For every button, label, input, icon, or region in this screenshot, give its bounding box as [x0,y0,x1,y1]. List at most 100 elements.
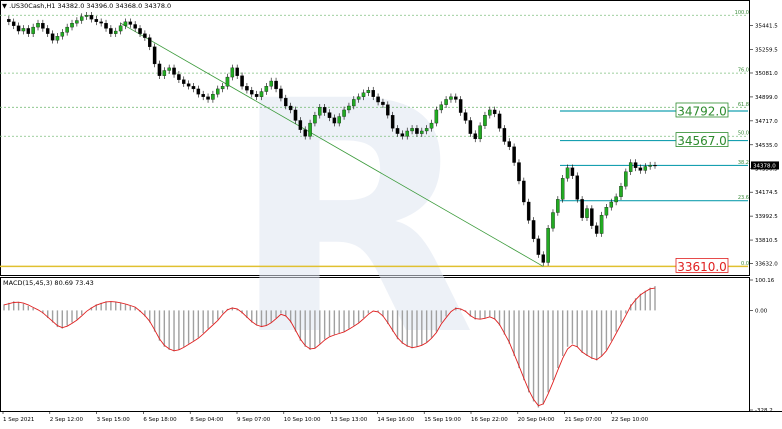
candle-down [133,24,137,29]
candle-up [560,178,565,200]
candle-up [424,128,429,132]
x-tick-label: 16 Sep 22:00 [471,417,508,423]
macd-tick-label: 0.00 [755,308,768,314]
x-tick-label: 22 Sep 10:00 [611,417,648,423]
candle-up [488,109,492,116]
x-tick-label: 13 Sep 13:00 [331,417,368,423]
y-tick-label: 35441.5 [755,24,778,30]
target-label: 33610.0 [677,260,727,274]
candle-up [162,70,167,76]
chart-canvas: R 100.076.061.850.038.223.60.0 34792.034… [0,0,782,423]
candle-down [186,83,191,87]
candle-up [556,199,560,213]
x-tick-label: 3 Sep 15:00 [97,417,131,423]
y-tick-label: 34535.0 [755,143,778,149]
candle-down [254,94,259,97]
candle-down [143,33,147,38]
candle-down [191,86,196,90]
candle-down [570,167,575,176]
candle-up [123,21,128,26]
candle-down [288,105,293,111]
candle-up [483,115,487,126]
candle-down [580,199,584,218]
candle-down [594,225,599,234]
candle-up [167,67,171,71]
candle-up [347,105,351,111]
candle-down [638,167,643,171]
candle-up [269,80,273,87]
fib-label: 38.2 [738,160,749,166]
candle-down [235,67,239,76]
candle-up [55,36,60,41]
candle-down [633,162,638,168]
candle-down [89,15,94,20]
candle-down [590,208,594,226]
fib-label: 0.0 [741,261,749,267]
candle-down [109,28,113,34]
candle-down [99,21,103,24]
candle-down [50,33,55,41]
x-tick-label: 20 Sep 04:00 [518,417,555,423]
candle-up [113,30,118,34]
candle-up [429,122,434,129]
candle-down [463,112,468,121]
x-tick-label: 21 Sep 07:00 [565,417,602,423]
candle-up [337,116,341,124]
candle-down [26,28,31,34]
candle-down [11,21,16,26]
candle-down [473,133,477,140]
candle-down [94,19,99,22]
candle-up [75,20,79,24]
candle-up [361,92,366,97]
candle-down [541,254,546,263]
candle-down [454,96,458,100]
candle-down [157,63,162,76]
candle-up [609,201,614,208]
candle-down [172,67,176,75]
candle-down [327,112,332,118]
candle-up [313,115,317,124]
candle-up [439,104,443,111]
y-tick-label: 33810.5 [755,238,778,244]
y-tick-label: 34717.0 [755,119,778,125]
candle-down [653,165,657,167]
symbol-header: ▼ .US30Cash,H1 34382.0 34396.0 34368.0 3… [2,2,171,10]
candle-down [177,74,181,80]
candle-down [507,141,512,147]
candle-up [434,109,439,124]
candle-up [118,25,123,32]
candle-down [497,113,502,129]
candle-down [182,79,186,84]
candle-up [70,22,74,28]
y-tick-label: 34899.0 [755,95,778,101]
target-label: 34567.0 [677,134,727,148]
price-axis: 35441.5 35259.5 35081.0 34899.0 34717.0 34535… [750,24,779,268]
candle-down [284,97,288,107]
candle-up [211,94,215,100]
candle-down [395,128,400,134]
candle-up [648,165,652,167]
candle-up [356,96,361,100]
candle-down [492,109,497,115]
candle-up [216,88,220,95]
candle-down [381,101,385,105]
macd-tick-label: 100.16 [755,278,775,284]
candle-up [31,26,35,34]
fib-label: 76.0 [738,68,749,74]
candle-up [264,86,269,92]
candle-up [36,22,40,28]
candle-down [376,96,380,103]
candle-down [279,88,283,99]
candle-down [128,21,133,25]
x-tick-label: 6 Sep 18:00 [143,417,177,423]
y-tick-label: 34174.5 [755,190,778,196]
macd-tick-label: -328.2 [755,408,773,414]
candle-up [21,28,26,32]
candle-down [502,128,507,142]
candle-up [65,26,69,33]
candle-up [604,207,609,216]
candle-up [614,196,618,203]
x-tick-label: 9 Sep 07:00 [237,417,271,423]
x-tick-label: 10 Sep 10:00 [284,417,321,423]
candle-up [624,171,628,187]
